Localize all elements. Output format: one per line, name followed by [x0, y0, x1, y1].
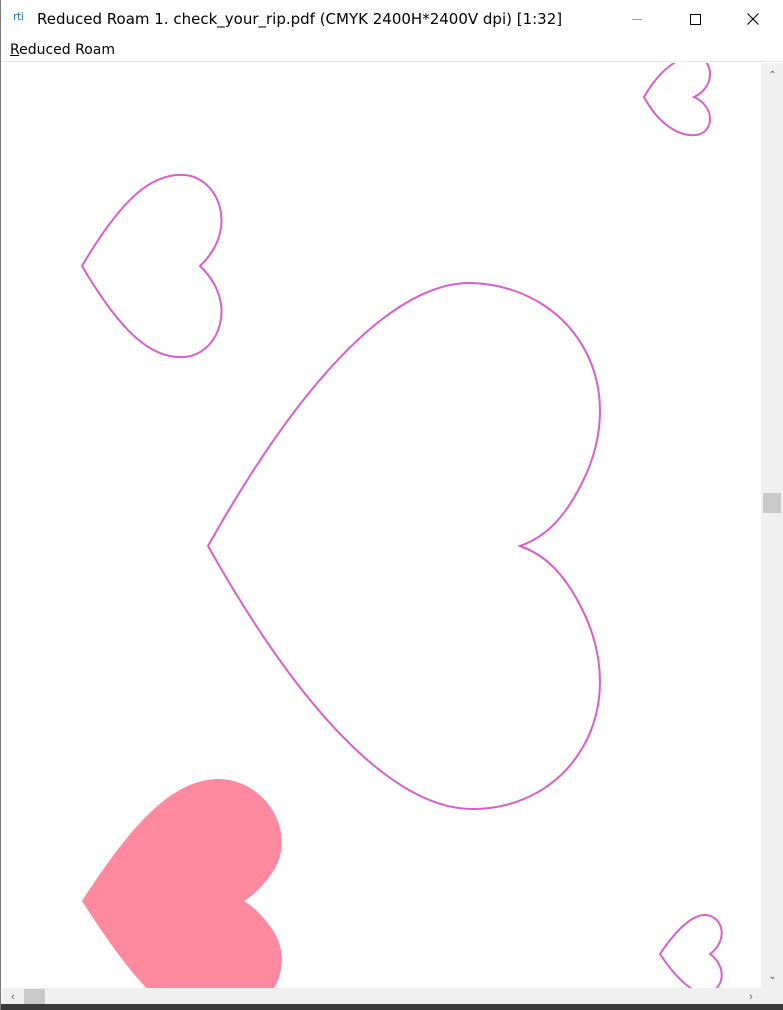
menu-bar: Reduced Roam	[1, 38, 783, 62]
heart-outline-lower-right	[658, 913, 723, 988]
heart-outline-center	[206, 281, 601, 811]
heart-outline-top-right	[642, 63, 711, 137]
menu-item-label: educed Roam	[19, 42, 116, 58]
minimize-button[interactable]	[608, 0, 666, 38]
preview-drawing	[80, 63, 723, 988]
window-title: Reduced Roam 1. check_your_rip.pdf (CMYK…	[37, 10, 563, 28]
maximize-icon	[689, 13, 701, 25]
vertical-scrollbar[interactable]: ⌃ ⌄	[761, 63, 783, 988]
menu-item-reduced-roam[interactable]: Reduced Roam	[10, 42, 115, 58]
minimize-icon	[632, 18, 642, 20]
title-bar[interactable]: rti Reduced Roam 1. check_your_rip.pdf (…	[1, 0, 783, 38]
heart-outline-upper-left	[80, 173, 223, 359]
menu-accelerator: R	[10, 42, 20, 58]
close-button[interactable]	[724, 0, 782, 38]
app-icon[interactable]: rti	[13, 10, 24, 23]
window-bottom-edge	[1, 1004, 783, 1010]
scroll-up-icon[interactable]: ⌃	[761, 65, 783, 85]
horizontal-scroll-thumb[interactable]	[24, 989, 45, 1005]
vertical-scroll-thumb[interactable]	[763, 493, 781, 513]
app-window: rti Reduced Roam 1. check_your_rip.pdf (…	[0, 0, 783, 1010]
pdf-preview-canvas[interactable]	[2, 63, 761, 988]
scroll-down-icon[interactable]: ⌄	[761, 966, 783, 986]
close-icon	[747, 13, 759, 25]
maximize-button[interactable]	[666, 0, 724, 38]
heart-filled-lower-left	[82, 778, 282, 988]
